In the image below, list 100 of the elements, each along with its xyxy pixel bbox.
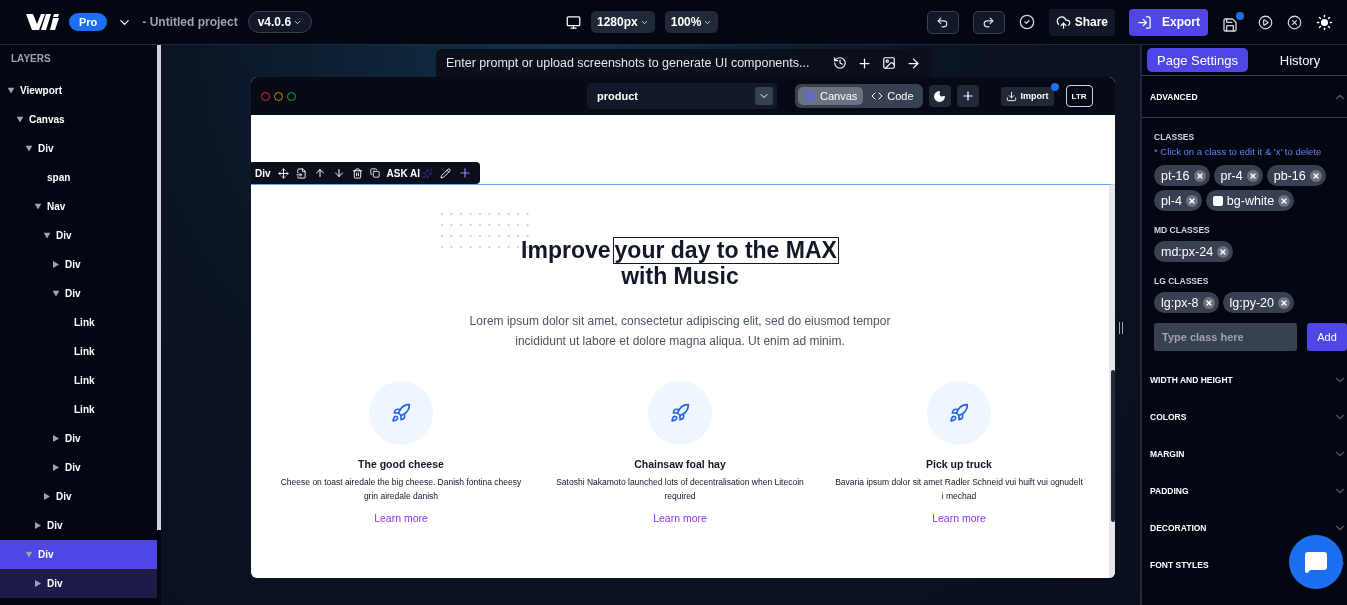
caret-right-icon[interactable] [35, 522, 41, 529]
feature-title: The good cheese [358, 458, 444, 470]
section-title[interactable]: WIDTH AND HEIGHT [1150, 374, 1233, 385]
layer-item[interactable]: Nav [0, 192, 157, 221]
add-button[interactable]: Add [1307, 323, 1347, 351]
add-button[interactable] [956, 85, 979, 107]
remove-icon[interactable] [1246, 169, 1259, 182]
layer-item[interactable]: Div [0, 250, 157, 279]
layer-item[interactable]: Link [0, 366, 157, 395]
copy-icon[interactable] [369, 168, 380, 178]
class-input-field[interactable]: Type class here [1154, 323, 1297, 351]
save-button[interactable] [1222, 11, 1244, 33]
caret-down-icon[interactable] [25, 145, 33, 152]
settings-tab[interactable]: History [1257, 48, 1342, 72]
plus-icon[interactable] [857, 55, 872, 71]
section-title[interactable]: FONT STYLES [1150, 559, 1209, 570]
arrow-down-icon[interactable] [332, 167, 345, 179]
caret-down-icon[interactable] [7, 87, 15, 94]
layer-item[interactable]: Div [0, 540, 157, 569]
monitor-icon[interactable] [566, 14, 581, 30]
caret-down-icon[interactable] [34, 203, 42, 210]
class-chip[interactable]: pr-4 [1213, 165, 1263, 186]
caret-down-icon[interactable] [52, 290, 60, 297]
remove-icon[interactable] [1278, 296, 1290, 309]
version-select[interactable]: v4.0.6 [247, 11, 313, 33]
check-circle-icon[interactable] [1018, 14, 1035, 30]
page-select[interactable]: product [587, 83, 777, 109]
remove-icon[interactable] [1185, 194, 1198, 207]
caret-right-icon[interactable] [35, 580, 41, 587]
layer-item[interactable]: Link [0, 337, 157, 366]
dropdown-button[interactable] [755, 87, 773, 105]
section-title[interactable]: PADDING [1150, 485, 1189, 496]
ask-ai-button[interactable]: ASK AI [386, 167, 434, 179]
layer-item[interactable]: Div [0, 221, 157, 250]
learn-more-link[interactable]: Learn more [374, 512, 428, 524]
layer-item[interactable]: span [0, 163, 157, 192]
section-title[interactable]: MARGIN [1150, 448, 1185, 459]
caret-right-icon[interactable] [53, 261, 59, 268]
section-title[interactable]: COLORS [1150, 411, 1187, 422]
layer-item[interactable]: Div [0, 511, 157, 540]
learn-more-link[interactable]: Learn more [653, 512, 707, 524]
class-chip[interactable]: lg:py-20 [1222, 292, 1294, 313]
import-button[interactable]: Import [1000, 86, 1054, 106]
class-chip[interactable]: bg-white [1205, 190, 1295, 211]
remove-icon[interactable] [1309, 169, 1322, 182]
caret-down-icon[interactable] [43, 232, 51, 239]
remove-icon[interactable] [1202, 296, 1215, 309]
file-icon[interactable] [295, 167, 307, 179]
class-chip[interactable]: lg:px-8 [1154, 292, 1219, 313]
remove-icon[interactable] [1217, 245, 1230, 258]
remove-icon[interactable] [1278, 194, 1291, 207]
feature-text: Satoshi Nakamoto launched lots of decentralisation when Litecoin required [555, 476, 805, 503]
pencil-icon[interactable] [440, 167, 452, 179]
caret-right-icon[interactable] [53, 464, 59, 471]
layer-item[interactable]: Link [0, 395, 157, 424]
viewport-width-select[interactable]: 1280px [591, 11, 655, 33]
arrow-right-icon[interactable] [906, 55, 921, 71]
layer-item[interactable]: Div [0, 279, 157, 308]
caret-right-icon[interactable] [44, 493, 50, 500]
history-icon[interactable] [833, 56, 847, 70]
layer-item[interactable]: Div [0, 424, 157, 453]
layer-item[interactable]: Div [0, 569, 157, 598]
learn-more-link[interactable]: Learn more [932, 512, 986, 524]
layer-item[interactable]: Div [0, 134, 157, 163]
moon-button[interactable] [928, 85, 951, 107]
class-chip[interactable]: pl-4 [1154, 190, 1202, 211]
redo-button[interactable] [972, 10, 1005, 34]
resize-handle[interactable] [1119, 321, 1123, 334]
trash-icon[interactable] [351, 167, 363, 179]
arrow-up-icon[interactable] [313, 167, 326, 179]
remove-icon[interactable] [1193, 169, 1206, 182]
layer-item[interactable]: Canvas [0, 105, 157, 134]
chat-button[interactable] [1289, 535, 1343, 589]
section-title[interactable]: DECORATION [1150, 522, 1207, 533]
mode-tab[interactable]: Code [865, 87, 920, 105]
zoom-select[interactable]: 100% [664, 11, 719, 33]
mode-tab[interactable]: Canvas [798, 87, 864, 105]
class-chip[interactable]: pb-16 [1266, 165, 1326, 186]
settings-tab[interactable]: Page Settings [1147, 48, 1248, 72]
layer-item[interactable]: Link [0, 308, 157, 337]
export-button[interactable]: Export [1129, 8, 1208, 36]
undo-button[interactable] [926, 10, 959, 34]
class-chip[interactable]: md:px-24 [1154, 241, 1234, 262]
prompt-bar[interactable]: Enter prompt or upload screenshots to generate UI components... [436, 49, 931, 77]
play-icon[interactable] [1258, 14, 1273, 30]
caret-down-icon[interactable] [16, 116, 24, 123]
layer-item[interactable]: Viewport [0, 76, 157, 105]
sun-icon[interactable] [1316, 13, 1333, 31]
layer-item[interactable]: Div [0, 482, 157, 511]
share-button[interactable]: Share [1048, 8, 1115, 36]
direction-button[interactable]: LTR [1065, 85, 1093, 107]
move-icon[interactable] [277, 167, 289, 179]
close-icon[interactable] [1287, 14, 1302, 30]
section-title[interactable]: ADVANCED [1150, 91, 1198, 102]
caret-right-icon[interactable] [53, 435, 59, 442]
class-chip[interactable]: pt-16 [1154, 165, 1210, 186]
layer-item[interactable]: Div [0, 453, 157, 482]
group-title: CLASSES [1154, 132, 1196, 142]
prompt-field[interactable]: Enter prompt or upload screenshots to generate UI components... [446, 56, 823, 70]
image-icon[interactable] [882, 56, 896, 70]
